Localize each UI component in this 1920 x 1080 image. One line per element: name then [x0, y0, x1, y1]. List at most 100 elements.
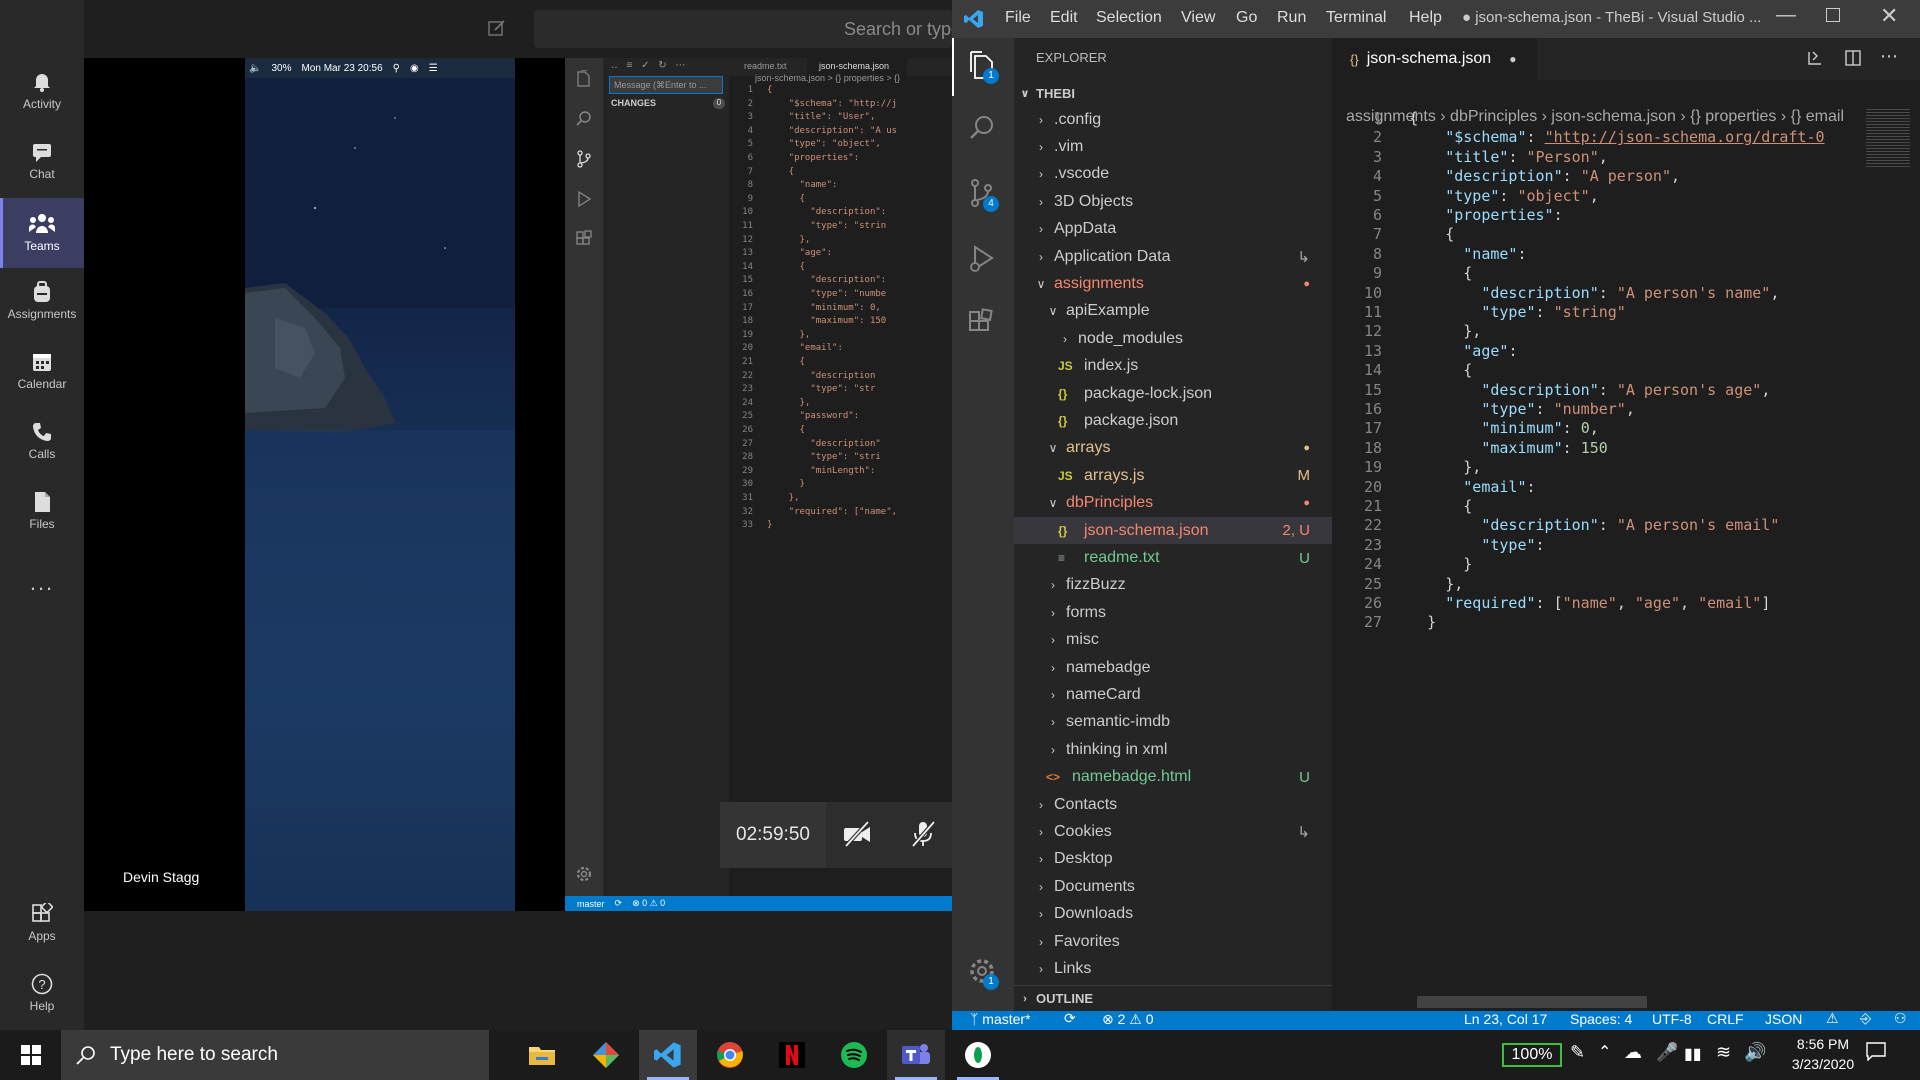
warning-icon[interactable]: ⚠ [1826, 1010, 1839, 1027]
outline-header[interactable]: › OUTLINE [1014, 985, 1332, 1011]
taskbar-search-box[interactable]: Type here to search [61, 1030, 489, 1080]
rail-item-activity[interactable]: Activity [0, 58, 84, 124]
onedrive-icon[interactable]: ☁ [1624, 1042, 1642, 1063]
tree-item[interactable]: › Cookies ↳ [1014, 818, 1332, 845]
wifi-icon[interactable]: ≋ [1716, 1042, 1731, 1063]
explorer-view-button[interactable]: 1 [967, 50, 999, 84]
taskbar-vscode[interactable] [639, 1030, 697, 1080]
tree-item[interactable]: › misc [1014, 627, 1332, 654]
menu-view[interactable]: View [1181, 9, 1215, 27]
pen-icon[interactable]: ✎ [1570, 1042, 1585, 1063]
camera-off-button[interactable] [842, 820, 872, 848]
show-hidden-icons-icon[interactable]: ⌃ [1598, 1042, 1611, 1062]
start-button[interactable] [0, 1030, 61, 1080]
live-share-icon[interactable]: ⎆ [1860, 1010, 1871, 1027]
more-actions-icon[interactable]: ⋯ [1880, 46, 1898, 67]
tree-item[interactable]: › Application Data ↳ [1014, 243, 1332, 270]
taskbar-git[interactable] [577, 1030, 635, 1080]
tree-item[interactable]: › AppData [1014, 216, 1332, 243]
open-changes-icon[interactable] [1806, 49, 1824, 67]
taskbar-netflix[interactable] [763, 1030, 821, 1080]
rail-item-help[interactable]: ? Help [0, 960, 84, 1026]
clock[interactable]: 8:56 PM 3/23/2020 [1774, 1034, 1872, 1076]
tree-item[interactable]: › Downloads [1014, 901, 1332, 928]
tree-item[interactable]: JS arrays.js M [1014, 462, 1332, 489]
tree-item[interactable]: › .config [1014, 106, 1332, 133]
rail-more-button[interactable]: ... [0, 552, 84, 614]
commit-message-input[interactable]: Message (⌘Enter to ... [609, 76, 723, 94]
minimize-button[interactable]: — [1776, 4, 1796, 27]
cursor-position[interactable]: Ln 23, Col 17 [1464, 1011, 1547, 1027]
menu-go[interactable]: Go [1236, 9, 1257, 27]
taskbar-file-explorer[interactable] [513, 1030, 571, 1080]
tree-item[interactable]: {} package-lock.json [1014, 380, 1332, 407]
rail-item-chat[interactable]: Chat [0, 128, 84, 194]
tree-item[interactable]: › Contacts [1014, 791, 1332, 818]
compose-icon[interactable] [487, 18, 507, 38]
tree-item[interactable]: ∨ arrays ● [1014, 435, 1332, 462]
tree-item[interactable]: › Desktop [1014, 846, 1332, 873]
code-editor[interactable]: 1 {2 "$schema": "http://json-schema.org/… [1332, 109, 1854, 809]
rail-item-files[interactable]: Files [0, 478, 84, 544]
sync-icon[interactable]: ⟳ [1064, 1010, 1076, 1027]
code-line[interactable]: 27 } [1332, 613, 1436, 637]
indentation[interactable]: Spaces: 4 [1570, 1011, 1632, 1027]
tree-item[interactable]: ∨ assignments ● [1014, 270, 1332, 297]
taskbar-teams[interactable] [887, 1030, 945, 1080]
tree-item[interactable]: <> namebadge.html U [1014, 764, 1332, 791]
battery-percentage[interactable]: 100% [1502, 1043, 1562, 1067]
tree-item[interactable]: › semantic-imdb [1014, 709, 1332, 736]
branch-indicator[interactable]: ᛉ master* [970, 1011, 1031, 1027]
teams-search-input[interactable]: Search or type [534, 10, 952, 48]
microphone-icon[interactable]: 🎤 [1656, 1042, 1678, 1063]
shared-code-view[interactable]: 1 {2 "$schema": "http://j 3 "title": "User… [729, 85, 952, 725]
source-control-view-button[interactable]: 4 [967, 178, 999, 212]
rail-item-apps[interactable]: Apps [0, 890, 84, 956]
unsaved-dot-icon[interactable]: ● [1509, 52, 1516, 66]
split-editor-icon[interactable] [1844, 49, 1862, 67]
taskbar-app[interactable] [949, 1030, 1007, 1080]
tree-item[interactable]: › .vscode [1014, 161, 1332, 188]
rail-item-teams[interactable]: Teams [0, 198, 84, 268]
tree-item[interactable]: › .vim [1014, 133, 1332, 160]
tree-item[interactable]: › node_modules [1014, 325, 1332, 352]
tree-item[interactable]: › forms [1014, 599, 1332, 626]
tree-item[interactable]: {} package.json [1014, 407, 1332, 434]
line-ending[interactable]: CRLF [1707, 1011, 1744, 1027]
menu-selection[interactable]: Selection [1096, 9, 1162, 27]
tree-item[interactable]: ∨ apiExample [1014, 298, 1332, 325]
tree-item[interactable]: {} json-schema.json 2, U [1014, 517, 1332, 545]
menu-help[interactable]: Help [1409, 9, 1442, 27]
tree-item[interactable]: JS index.js [1014, 353, 1332, 380]
tree-item[interactable]: › Documents [1014, 873, 1332, 900]
tree-item[interactable]: › fizzBuzz [1014, 572, 1332, 599]
rail-item-calendar[interactable]: Calendar [0, 338, 84, 404]
volume-icon[interactable]: 🔊 [1744, 1042, 1766, 1063]
bell-icon[interactable]: ⚇ [1894, 1010, 1907, 1027]
tree-item[interactable]: › nameCard [1014, 681, 1332, 708]
menu-edit[interactable]: Edit [1050, 9, 1078, 27]
changes-header[interactable]: CHANGES [611, 98, 656, 108]
tree-item[interactable]: › thinking in xml [1014, 736, 1332, 763]
encoding[interactable]: UTF-8 [1652, 1011, 1692, 1027]
manage-settings-button[interactable]: 1 [967, 956, 999, 990]
tree-item[interactable]: › 3D Objects [1014, 188, 1332, 215]
tab-readme[interactable]: readme.txt [744, 61, 787, 71]
tree-item[interactable]: ∨ dbPrinciples ● [1014, 490, 1332, 517]
rail-item-calls[interactable]: Calls [0, 408, 84, 474]
taskbar-chrome[interactable] [701, 1030, 759, 1080]
menu-terminal[interactable]: Terminal [1326, 9, 1386, 27]
language-mode[interactable]: JSON [1765, 1011, 1802, 1027]
taskbar-spotify[interactable] [825, 1030, 883, 1080]
action-center-button[interactable] [1866, 1041, 1886, 1061]
tree-item[interactable]: › Favorites [1014, 928, 1332, 955]
maximize-button[interactable] [1826, 8, 1840, 22]
search-view-button[interactable] [967, 113, 997, 143]
extensions-view-button[interactable] [967, 308, 997, 338]
tree-item[interactable]: ≡ readme.txt U [1014, 544, 1332, 571]
close-button[interactable]: ✕ [1880, 3, 1898, 29]
battery-icon[interactable]: ▮▮ [1684, 1044, 1702, 1064]
menu-file[interactable]: File [1005, 9, 1031, 27]
tree-item[interactable]: › namebadge [1014, 654, 1332, 681]
problems-indicator[interactable]: ⊗ 2 ⚠ 0 [1102, 1011, 1154, 1028]
